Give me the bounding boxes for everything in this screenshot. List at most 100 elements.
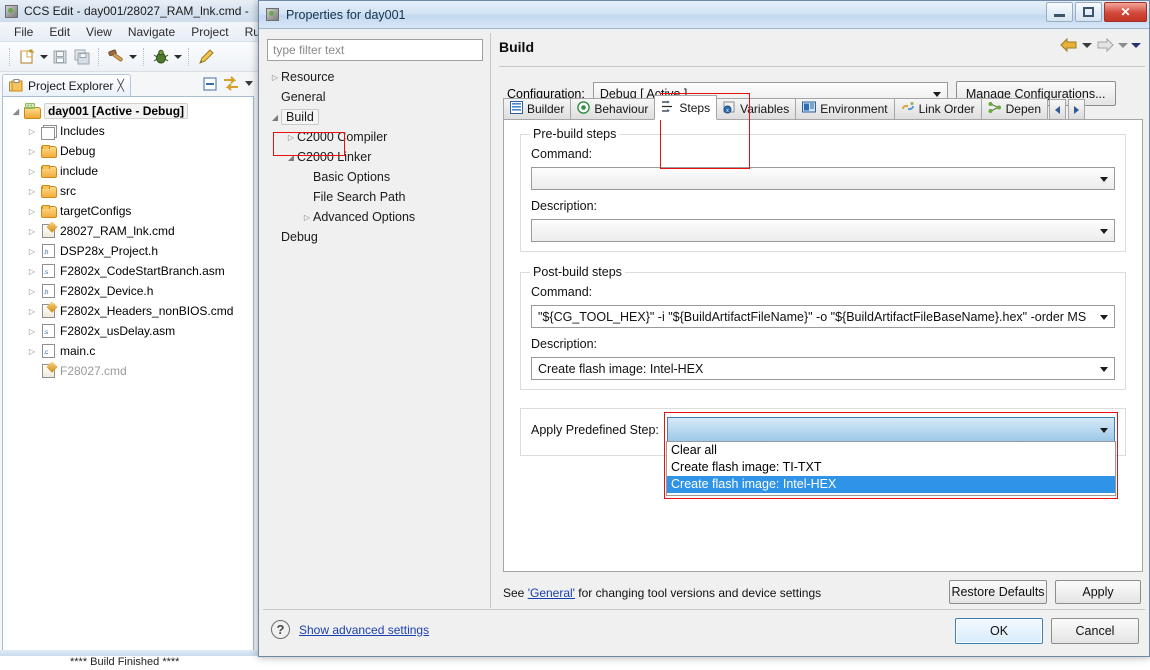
- tab-builder[interactable]: Builder: [503, 98, 572, 120]
- tab-scroll-buttons[interactable]: [1049, 99, 1086, 120]
- project-tree-item[interactable]: ▷ .h F2802x_Device.h: [3, 281, 253, 301]
- tab-environment[interactable]: Environment: [795, 98, 895, 120]
- close-icon[interactable]: ╳: [117, 79, 124, 92]
- forward-dropdown-icon[interactable]: [1118, 42, 1128, 48]
- view-toolbar[interactable]: [202, 76, 254, 92]
- dropdown-option[interactable]: Clear all: [667, 442, 1115, 459]
- tree-twisty-icon[interactable]: ▷: [285, 133, 297, 142]
- debug-dropdown-icon[interactable]: [172, 46, 183, 68]
- collapse-all-icon[interactable]: [202, 76, 218, 92]
- project-tree-item[interactable]: ▷ 28027_RAM_lnk.cmd: [3, 221, 253, 241]
- run-pen-icon[interactable]: [195, 46, 217, 68]
- properties-nav-item[interactable]: ▷ Advanced Options: [263, 207, 490, 227]
- menu-edit[interactable]: Edit: [41, 23, 78, 41]
- project-tree-item[interactable]: ▷ .s F2802x_CodeStartBranch.asm: [3, 261, 253, 281]
- project-tree-item[interactable]: ▷ targetConfigs: [3, 201, 253, 221]
- properties-nav-item[interactable]: Basic Options: [263, 167, 490, 187]
- cancel-button[interactable]: Cancel: [1051, 618, 1139, 644]
- tree-twisty-icon[interactable]: ▷: [25, 127, 39, 136]
- project-tree-item[interactable]: ▷ .c main.c: [3, 341, 253, 361]
- tab-project-explorer[interactable]: Project Explorer ╳: [2, 74, 131, 96]
- dropdown-option[interactable]: Create flash image: Intel-HEX: [667, 476, 1115, 493]
- properties-nav-item[interactable]: ◢ Build: [263, 107, 490, 127]
- project-tree-item[interactable]: F28027.cmd: [3, 361, 253, 381]
- tree-twisty-icon[interactable]: ◢: [269, 113, 281, 122]
- page-action-buttons[interactable]: Restore Defaults Apply: [949, 580, 1141, 604]
- build-hammer-icon[interactable]: [105, 46, 127, 68]
- tree-twisty-icon[interactable]: ▷: [25, 167, 39, 176]
- close-button[interactable]: ✕: [1104, 2, 1147, 22]
- project-tree-item[interactable]: ▷ F2802x_Headers_nonBIOS.cmd: [3, 301, 253, 321]
- back-arrow-icon[interactable]: [1059, 37, 1079, 53]
- help-icon[interactable]: ?: [271, 620, 290, 639]
- tab-steps[interactable]: Steps: [654, 95, 718, 120]
- project-tree-item[interactable]: ◢ day001 [Active - Debug]: [3, 101, 253, 121]
- restore-defaults-button[interactable]: Restore Defaults: [949, 580, 1047, 604]
- page-navigation[interactable]: [1059, 37, 1141, 53]
- view-menu-icon[interactable]: [244, 76, 254, 92]
- ok-button[interactable]: OK: [955, 618, 1043, 644]
- properties-nav-item[interactable]: General: [263, 87, 490, 107]
- prebuild-description-combo[interactable]: [531, 219, 1115, 242]
- apply-predefined-dropdown-list[interactable]: Clear all Create flash image: TI-TXT Creat…: [666, 441, 1116, 496]
- new-file-dropdown-icon[interactable]: [38, 46, 49, 68]
- tab-depen[interactable]: Depen: [980, 98, 1049, 120]
- project-tree-item[interactable]: ▷ .h DSP28x_Project.h: [3, 241, 253, 261]
- tab-scroll-left-button[interactable]: [1049, 99, 1067, 120]
- save-icon[interactable]: [49, 46, 71, 68]
- tree-twisty-icon[interactable]: ◢: [285, 153, 297, 162]
- minimize-button[interactable]: [1046, 2, 1073, 22]
- menu-view[interactable]: View: [78, 23, 120, 41]
- properties-nav-item[interactable]: Debug: [263, 227, 490, 247]
- tree-twisty-icon[interactable]: ▷: [269, 73, 281, 82]
- apply-predefined-combo[interactable]: [667, 417, 1115, 442]
- tree-twisty-icon[interactable]: ▷: [25, 287, 39, 296]
- project-tree-item[interactable]: ▷ .s F2802x_usDelay.asm: [3, 321, 253, 341]
- tree-twisty-icon[interactable]: ▷: [25, 147, 39, 156]
- tree-twisty-icon[interactable]: ▷: [25, 267, 39, 276]
- dropdown-option[interactable]: Create flash image: TI-TXT: [667, 459, 1115, 476]
- project-tree-item[interactable]: ▷ Includes: [3, 121, 253, 141]
- tab-variables[interactable]: x Variables: [716, 98, 797, 120]
- tab-scroll-right-button[interactable]: [1068, 99, 1086, 120]
- menu-file[interactable]: File: [6, 23, 41, 41]
- tree-twisty-icon[interactable]: ▷: [25, 307, 39, 316]
- new-file-icon[interactable]: [16, 46, 38, 68]
- properties-nav-item[interactable]: ▷ C2000 Compiler: [263, 127, 490, 147]
- properties-nav-item[interactable]: ▷ Resource: [263, 67, 490, 87]
- apply-button[interactable]: Apply: [1055, 580, 1141, 604]
- properties-nav-item[interactable]: ◢ C2000 Linker: [263, 147, 490, 167]
- project-tree[interactable]: ◢day001 [Active - Debug]▷Includes▷Debug▷…: [3, 97, 253, 381]
- link-with-editor-icon[interactable]: [222, 76, 240, 92]
- postbuild-description-combo[interactable]: Create flash image: Intel-HEX: [531, 357, 1115, 380]
- properties-nav-item[interactable]: File Search Path: [263, 187, 490, 207]
- tree-twisty-icon[interactable]: ▷: [25, 327, 39, 336]
- build-dropdown-icon[interactable]: [127, 46, 138, 68]
- tab-link-order[interactable]: Link Order: [893, 98, 982, 120]
- maximize-button[interactable]: [1075, 2, 1102, 22]
- page-menu-icon[interactable]: [1131, 42, 1141, 48]
- tab-behaviour[interactable]: Behaviour: [570, 98, 656, 120]
- prebuild-command-combo[interactable]: [531, 167, 1115, 190]
- window-buttons[interactable]: ✕: [1046, 2, 1147, 22]
- menu-project[interactable]: Project: [183, 23, 236, 41]
- filter-input[interactable]: type filter text: [267, 39, 483, 61]
- save-all-icon[interactable]: [71, 46, 93, 68]
- forward-arrow-icon[interactable]: [1095, 37, 1115, 53]
- postbuild-command-combo[interactable]: "${CG_TOOL_HEX}" -i "${BuildArtifactFile…: [531, 305, 1115, 328]
- menu-navigate[interactable]: Navigate: [120, 23, 183, 41]
- tree-twisty-icon[interactable]: ▷: [25, 227, 39, 236]
- show-advanced-settings-link[interactable]: Show advanced settings: [299, 623, 429, 637]
- debug-bug-icon[interactable]: [150, 46, 172, 68]
- tree-twisty-icon[interactable]: ▷: [25, 207, 39, 216]
- tree-twisty-icon[interactable]: ▷: [25, 187, 39, 196]
- tree-twisty-icon[interactable]: ◢: [9, 107, 23, 116]
- project-tree-item[interactable]: ▷ include: [3, 161, 253, 181]
- project-tree-item[interactable]: ▷ Debug: [3, 141, 253, 161]
- ok-cancel-buttons[interactable]: OK Cancel: [955, 618, 1139, 644]
- properties-nav-tree[interactable]: ▷ Resource General ◢ Build ▷ C2000 Compiler ◢ C2…: [263, 67, 490, 608]
- back-dropdown-icon[interactable]: [1082, 42, 1092, 48]
- tree-twisty-icon[interactable]: ▷: [25, 247, 39, 256]
- project-tree-item[interactable]: ▷ src: [3, 181, 253, 201]
- tree-twisty-icon[interactable]: ▷: [25, 347, 39, 356]
